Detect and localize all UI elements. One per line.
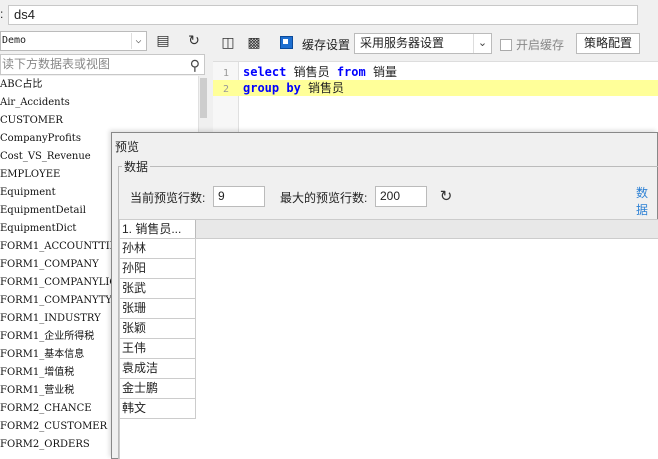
search-icon[interactable]: ⚲ (190, 56, 200, 75)
table-row[interactable]: 王伟 (120, 339, 196, 359)
sql-text: 销量 (365, 65, 397, 79)
dataset-name-row: : ds4 (0, 0, 658, 30)
current-rows-input[interactable]: 9 (213, 186, 265, 207)
database-select-value: Demo (2, 35, 27, 46)
sql-text: 销售员 (300, 81, 345, 95)
preview-icon[interactable]: ◫ (217, 32, 239, 54)
table-row[interactable]: 金士鹏 (120, 379, 196, 399)
chevron-down-icon: ⌵ (131, 33, 145, 49)
sql-text: 销售员 (286, 65, 337, 79)
editor-toolbar: ◫ ▩ 缓存设置 采用服务器设置 ⌄ 开启缓存 策略配置 (213, 30, 658, 58)
table-row[interactable]: 袁成洁 (120, 359, 196, 379)
data-link[interactable]: 数据 (636, 184, 657, 218)
data-section-label: 数据 (122, 158, 151, 175)
dataset-name-input[interactable]: ds4 (8, 5, 638, 25)
sql-keyword: group by (243, 81, 301, 95)
scrollbar-thumb[interactable] (200, 78, 207, 118)
dataset-name-label: : (0, 7, 4, 21)
table-row[interactable]: 孙阳 (120, 259, 196, 279)
table-row[interactable]: 韩文 (120, 399, 196, 419)
app-window: : ds4 Demo ⌵ ▤ ↻ 读下方数据表或视图 ⚲ ABC占比 Air_A… (0, 0, 658, 459)
cache-settings-icon (280, 36, 293, 49)
table-item[interactable]: ABC占比 (0, 76, 198, 94)
enable-cache-checkbox[interactable]: 开启缓存 (500, 36, 564, 53)
table-search-input[interactable]: 读下方数据表或视图 ⚲ (0, 54, 205, 75)
max-rows-input[interactable]: 200 (375, 186, 427, 207)
grid-header: 1. 销售员... (120, 220, 658, 239)
refresh-icon[interactable]: ↻ (183, 30, 205, 52)
refresh-icon[interactable]: ↻ (435, 186, 457, 208)
sql-keyword: from (336, 65, 366, 79)
sql-keyword: select (243, 65, 287, 79)
cache-settings-label: 缓存设置 (302, 38, 351, 52)
line-number: 2 (222, 84, 230, 95)
cache-mode-value: 采用服务器设置 (360, 36, 445, 50)
table-row[interactable]: 孙林 (120, 239, 196, 259)
max-rows-label: 最大的预览行数: (280, 191, 368, 205)
table-search-placeholder: 读下方数据表或视图 (2, 57, 111, 71)
checkbox-box (500, 39, 512, 51)
dialog-title: 预览 (115, 140, 140, 154)
current-rows-label: 当前预览行数: (130, 191, 206, 205)
strategy-config-button[interactable]: 策略配置 (576, 33, 640, 54)
table-item[interactable]: CUSTOMER (0, 112, 198, 130)
code-line: 1 select 销售员 from 销量 (213, 64, 658, 80)
table-row[interactable]: 张珊 (120, 299, 196, 319)
column-header[interactable]: 1. 销售员... (120, 220, 196, 238)
preview-dialog: 预览 数据 当前预览行数: 9 最大的预览行数: 200 ↻ 数据 1. 销售员… (111, 132, 658, 459)
cache-mode-select[interactable]: 采用服务器设置 ⌄ (354, 33, 492, 54)
table-item[interactable]: Air_Accidents (0, 94, 198, 112)
database-select[interactable]: Demo ⌵ (0, 31, 147, 51)
table-view-icon[interactable]: ▤ (152, 30, 174, 52)
preview-grid: 1. 销售员... 孙林 孙阳 张武 张珊 张颖 王伟 袁成洁 金士鹏 韩文 (119, 219, 658, 459)
table-row[interactable]: 张颖 (120, 319, 196, 339)
code-line-current: 2 group by 销售员 (213, 80, 658, 96)
enable-cache-label: 开启缓存 (516, 38, 565, 52)
table-row[interactable]: 张武 (120, 279, 196, 299)
chevron-down-icon: ⌄ (473, 34, 491, 53)
save-icon[interactable]: ▩ (243, 32, 265, 54)
